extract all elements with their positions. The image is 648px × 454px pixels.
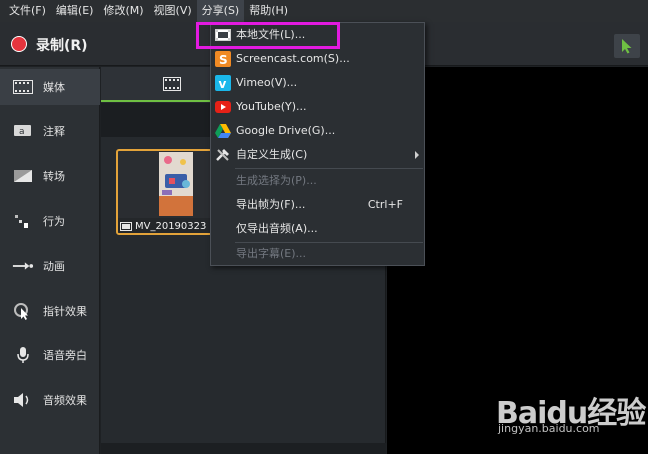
menu-item-label: 自定义生成(C) [236,148,308,161]
vimeo-icon: v [215,75,231,91]
menu-item-label: 导出帧为(F)... [236,198,306,211]
watermark-url: jingyan.baidu.com [498,422,600,435]
sidebar-item-label: 音频效果 [43,394,87,407]
svg-text:a: a [19,127,25,137]
menu-item-custom-production[interactable]: 自定义生成(C) [211,143,424,167]
microphone-icon [12,346,34,364]
menu-item-produce-selection: 生成选择为(P)... [211,169,424,193]
tools-sidebar: 媒体 a 注释 转场 行为 动画 指针效果 语音旁白 音频效果 [0,67,100,454]
thumbnail-image [159,152,193,216]
select-tool-button[interactable] [614,34,640,58]
pointer-icon [622,39,632,54]
media-thumbnail[interactable]: MV_20190323 [116,149,213,235]
menu-share[interactable]: 分享(S) [196,0,245,22]
speaker-icon [12,391,34,409]
sidebar-item-behaviors[interactable]: 行为 [0,203,100,239]
menu-edit[interactable]: 编辑(E) [51,0,99,22]
sidebar-item-label: 动画 [43,260,65,273]
menu-item-label: 仅导出音频(A)... [236,222,318,235]
menu-item-shortcut: Ctrl+F [367,198,403,211]
menu-item-youtube[interactable]: YouTube(Y)... [211,95,424,119]
sidebar-item-label: 转场 [43,170,65,183]
youtube-icon [215,99,231,115]
behavior-icon [12,212,34,230]
menu-item-screencast[interactable]: S Screencast.com(S)... [211,47,424,71]
screencast-icon: S [215,51,231,67]
sidebar-item-label: 注释 [43,125,65,138]
menu-item-label: 导出字幕(E)... [236,247,307,260]
film-strip-icon [120,222,132,231]
cursor-effect-icon [12,302,34,320]
svg-text:v: v [219,77,227,91]
menu-view[interactable]: 视图(V) [149,0,197,22]
menu-item-export-frame[interactable]: 导出帧为(F)... Ctrl+F [211,193,424,217]
menu-modify[interactable]: 修改(M) [98,0,148,22]
share-menu: 本地文件(L)... S Screencast.com(S)... v Vime… [210,22,425,266]
sidebar-item-transitions[interactable]: 转场 [0,158,100,194]
watermark: Baidu经验 jingyan.baidu.com [496,382,646,440]
sidebar-item-media[interactable]: 媒体 [0,69,100,105]
menu-item-export-audio[interactable]: 仅导出音频(A)... [211,217,424,241]
transition-icon [12,167,34,185]
sidebar-item-label: 行为 [43,215,65,228]
menu-item-vimeo[interactable]: v Vimeo(V)... [211,71,424,95]
tools-icon [215,147,231,163]
sidebar-item-voice-narration[interactable]: 语音旁白 [0,337,100,373]
menu-help[interactable]: 帮助(H) [244,0,293,22]
sidebar-item-label: 语音旁白 [43,349,87,362]
menu-item-export-captions: 导出字幕(E)... [211,242,424,266]
thumbnail-caption: MV_20190323 [118,218,211,233]
google-drive-icon [215,123,231,139]
thumbnail-filename: MV_20190323 [135,221,207,232]
film-strip-icon [12,78,34,96]
svg-text:S: S [219,53,228,67]
record-icon[interactable] [11,36,27,52]
menu-file[interactable]: 文件(F) [0,0,51,22]
record-button[interactable]: 录制(R) [36,35,88,55]
annotation-icon: a [12,122,34,140]
menu-item-label: Vimeo(V)... [236,76,298,89]
menu-item-label: Google Drive(G)... [236,124,336,137]
menu-item-label: Screencast.com(S)... [236,52,350,65]
animation-icon [12,257,34,275]
menu-item-label: YouTube(Y)... [236,100,307,113]
sidebar-item-audio-effects[interactable]: 音频效果 [0,382,100,418]
submenu-arrow-icon [415,151,419,159]
sidebar-item-label: 指针效果 [43,305,87,318]
menu-item-label: 生成选择为(P)... [236,174,317,187]
film-strip-icon [163,77,181,91]
menubar: 文件(F) 编辑(E) 修改(M) 视图(V) 分享(S) 帮助(H) [0,0,648,22]
sidebar-item-label: 媒体 [43,81,65,94]
sidebar-item-animations[interactable]: 动画 [0,248,100,284]
sidebar-item-annotations[interactable]: a 注释 [0,113,100,149]
menu-item-google-drive[interactable]: Google Drive(G)... [211,119,424,143]
panel-bottom-bar [101,443,386,454]
highlight-annotation [196,22,340,49]
sidebar-item-cursor-effects[interactable]: 指针效果 [0,293,100,329]
